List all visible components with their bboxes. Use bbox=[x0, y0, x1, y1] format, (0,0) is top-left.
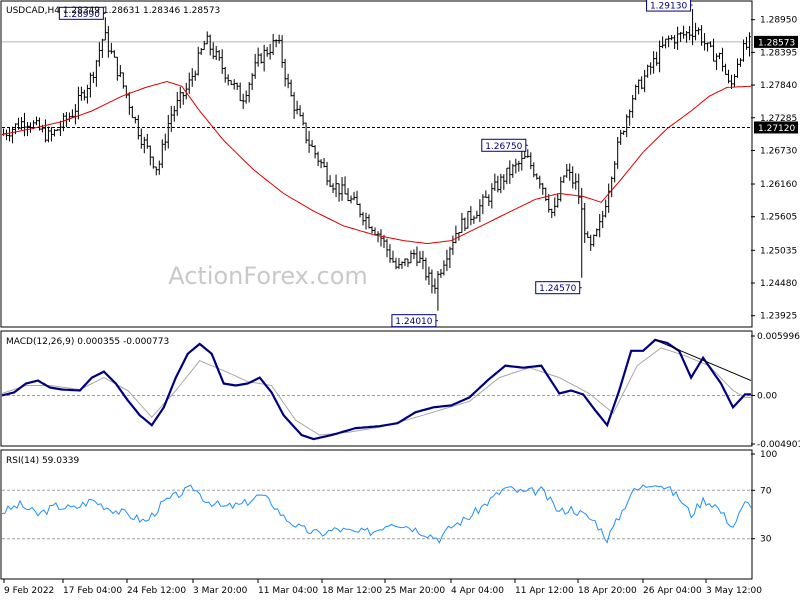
chart-root: ActionForex.com 1.28990 1.24010 1.26750 1.2… bbox=[0, 0, 800, 600]
price-panel-title: USDCAD,H4 1.28349 1.28631 1.28346 1.2857… bbox=[6, 6, 220, 16]
support-price-box-label: 1.27120 bbox=[758, 124, 795, 134]
annotation-label: 1.29130 bbox=[650, 2, 687, 12]
price-y-tick-label: 1.23925 bbox=[760, 312, 797, 322]
price-annotation: 1.24570 bbox=[535, 281, 582, 295]
annotation-label: 1.26750 bbox=[485, 142, 522, 152]
price-annotation: 1.26750 bbox=[481, 138, 528, 152]
annotation-label: 1.24570 bbox=[539, 284, 576, 294]
price-y-axis: 1.289501.283951.278401.272851.267301.261… bbox=[751, 16, 798, 322]
usdcad-chart: ActionForex.com 1.289901.240101.267501.2… bbox=[0, 0, 800, 596]
price-y-tick-label: 1.26730 bbox=[760, 146, 797, 156]
annotation-label: 1.24010 bbox=[395, 317, 432, 327]
price-y-tick-label: 1.28950 bbox=[760, 16, 797, 26]
time-axis-tick-label: 17 Feb 04:00 bbox=[63, 586, 122, 596]
price-y-tick-label: 1.27840 bbox=[760, 81, 797, 91]
rsi-y-tick-label: 30 bbox=[760, 535, 772, 545]
macd-y-tick-label: 0.005996 bbox=[757, 332, 800, 342]
time-axis-tick-label: 11 Mar 04:00 bbox=[258, 586, 318, 596]
time-axis-tick-label: 18 Mar 12:00 bbox=[322, 586, 382, 596]
price-annotation: 1.29130 bbox=[646, 0, 693, 12]
price-panel-frame bbox=[0, 0, 753, 328]
rsi-panel-title: RSI(14) 59.0339 bbox=[6, 456, 79, 466]
price-annotation: 1.24010 bbox=[391, 314, 438, 328]
macd-y-tick-label: 0.00 bbox=[757, 391, 777, 401]
macd-y-tick-label: -0.004901 bbox=[757, 440, 800, 450]
time-axis-tick-label: 26 Apr 04:00 bbox=[643, 586, 702, 596]
time-axis-tick-label: 3 May 12:00 bbox=[706, 586, 762, 596]
rsi-panel-frame bbox=[0, 449, 753, 580]
time-axis-tick-label: 24 Feb 12:00 bbox=[127, 586, 186, 596]
time-axis-tick-label: 9 Feb 2022 bbox=[4, 586, 54, 596]
watermark: ActionForex.com bbox=[168, 262, 368, 290]
macd-panel-title: MACD(12,26,9) 0.000355 -0.000773 bbox=[6, 337, 169, 347]
macd-panel-frame bbox=[0, 330, 753, 447]
price-y-tick-label: 1.25035 bbox=[760, 246, 797, 256]
price-y-tick-label: 1.28395 bbox=[760, 48, 797, 58]
price-y-tick-label: 1.26160 bbox=[760, 180, 797, 190]
last-price-box-label: 1.28573 bbox=[758, 38, 795, 48]
time-axis-tick-label: 3 Mar 20:00 bbox=[193, 586, 248, 596]
price-y-tick-label: 1.24480 bbox=[760, 279, 797, 289]
price-y-tick-label: 1.25605 bbox=[760, 213, 797, 223]
time-axis-tick-label: 18 Apr 20:00 bbox=[578, 586, 637, 596]
time-axis-tick-label: 4 Apr 04:00 bbox=[451, 586, 504, 596]
rsi-y-tick-label: 70 bbox=[760, 486, 772, 496]
time-axis-tick-label: 11 Apr 12:00 bbox=[515, 586, 574, 596]
time-axis-tick-label: 25 Mar 20:00 bbox=[385, 586, 445, 596]
rsi-y-tick-label: 100 bbox=[760, 450, 777, 460]
time-axis: 9 Feb 2022 17 Feb 04:00 24 Feb 12:00 3 Mar … bbox=[3, 579, 762, 596]
